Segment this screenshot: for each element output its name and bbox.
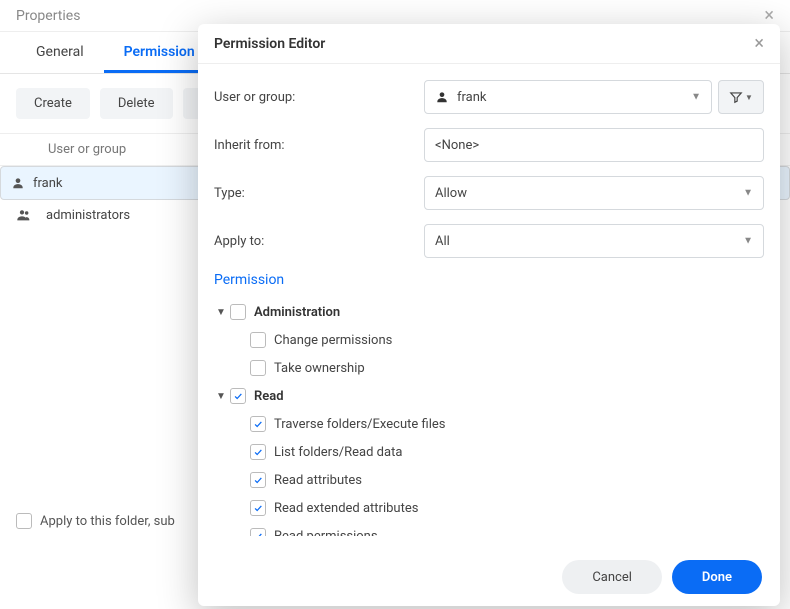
checkbox[interactable]: [250, 360, 266, 376]
user-group-value: frank: [457, 90, 487, 105]
chevron-down-icon: ▼: [743, 236, 753, 247]
tree-label: Read permissions: [274, 529, 378, 537]
apply-checkbox[interactable]: [16, 513, 32, 529]
apply-to-folder-row[interactable]: Apply to this folder, sub: [16, 513, 175, 529]
modal-title: Permission Editor: [214, 36, 325, 52]
checkbox[interactable]: [250, 528, 266, 536]
tree-label: Read: [254, 389, 284, 404]
close-icon[interactable]: ×: [754, 33, 764, 54]
tree-child[interactable]: Read permissions: [214, 522, 760, 536]
inherit-input[interactable]: <None>: [424, 128, 764, 162]
properties-title: Properties: [16, 0, 80, 31]
group-icon: [16, 207, 32, 223]
cancel-button[interactable]: Cancel: [562, 560, 662, 594]
tree-label: List folders/Read data: [274, 445, 402, 460]
checkbox[interactable]: [250, 444, 266, 460]
chevron-down-icon: ▼: [745, 93, 753, 102]
tree-child[interactable]: List folders/Read data: [214, 438, 760, 466]
type-value: Allow: [435, 186, 467, 201]
type-label: Type:: [214, 186, 424, 201]
row-user-name: administrators: [46, 208, 130, 223]
chevron-down-icon: ▼: [691, 92, 701, 103]
checkbox[interactable]: [250, 332, 266, 348]
applyto-select[interactable]: All ▼: [424, 224, 764, 258]
inherit-label: Inherit from:: [214, 138, 424, 153]
tree-parent[interactable]: ▼ Administration: [214, 298, 760, 326]
tree-label: Read attributes: [274, 473, 362, 488]
tree-label: Change permissions: [274, 333, 392, 348]
permission-header: Permission: [214, 272, 764, 288]
checkbox[interactable]: [230, 388, 246, 404]
tab-general[interactable]: General: [16, 32, 104, 73]
tree-label: Read extended attributes: [274, 501, 418, 516]
tree-label: Traverse folders/Execute files: [274, 417, 445, 432]
tree-parent[interactable]: ▼ Read: [214, 382, 760, 410]
applyto-value: All: [435, 234, 450, 249]
tree-child[interactable]: Read attributes: [214, 466, 760, 494]
checkbox[interactable]: [250, 416, 266, 432]
collapse-icon[interactable]: ▼: [214, 307, 228, 318]
tree-label: Take ownership: [274, 361, 365, 376]
done-button[interactable]: Done: [672, 560, 762, 594]
user-icon: [435, 90, 449, 104]
tree-child[interactable]: Read extended attributes: [214, 494, 760, 522]
applyto-label: Apply to:: [214, 234, 424, 249]
type-select[interactable]: Allow ▼: [424, 176, 764, 210]
funnel-icon: [729, 90, 743, 104]
tree-child[interactable]: Traverse folders/Execute files: [214, 410, 760, 438]
filter-button[interactable]: ▼: [718, 80, 764, 114]
collapse-icon[interactable]: ▼: [214, 391, 228, 402]
tree-label: Administration: [254, 305, 340, 320]
chevron-down-icon: ▼: [743, 188, 753, 199]
row-user-name: frank: [33, 176, 63, 191]
checkbox[interactable]: [230, 304, 246, 320]
tree-child[interactable]: Change permissions: [214, 326, 760, 354]
user-group-label: User or group:: [214, 90, 424, 105]
apply-label: Apply to this folder, sub: [40, 514, 175, 529]
delete-button[interactable]: Delete: [100, 88, 173, 119]
tree-child[interactable]: Take ownership: [214, 354, 760, 382]
user-group-select[interactable]: frank ▼: [424, 80, 712, 114]
create-button[interactable]: Create: [16, 88, 90, 119]
permission-editor-modal: Permission Editor × User or group: frank…: [198, 24, 780, 606]
modal-footer: Cancel Done: [198, 548, 780, 606]
user-icon: [11, 176, 25, 190]
checkbox[interactable]: [250, 472, 266, 488]
inherit-value: <None>: [435, 138, 479, 153]
permission-tree: ▼ Administration Change permissions Take…: [214, 298, 764, 536]
checkbox[interactable]: [250, 500, 266, 516]
